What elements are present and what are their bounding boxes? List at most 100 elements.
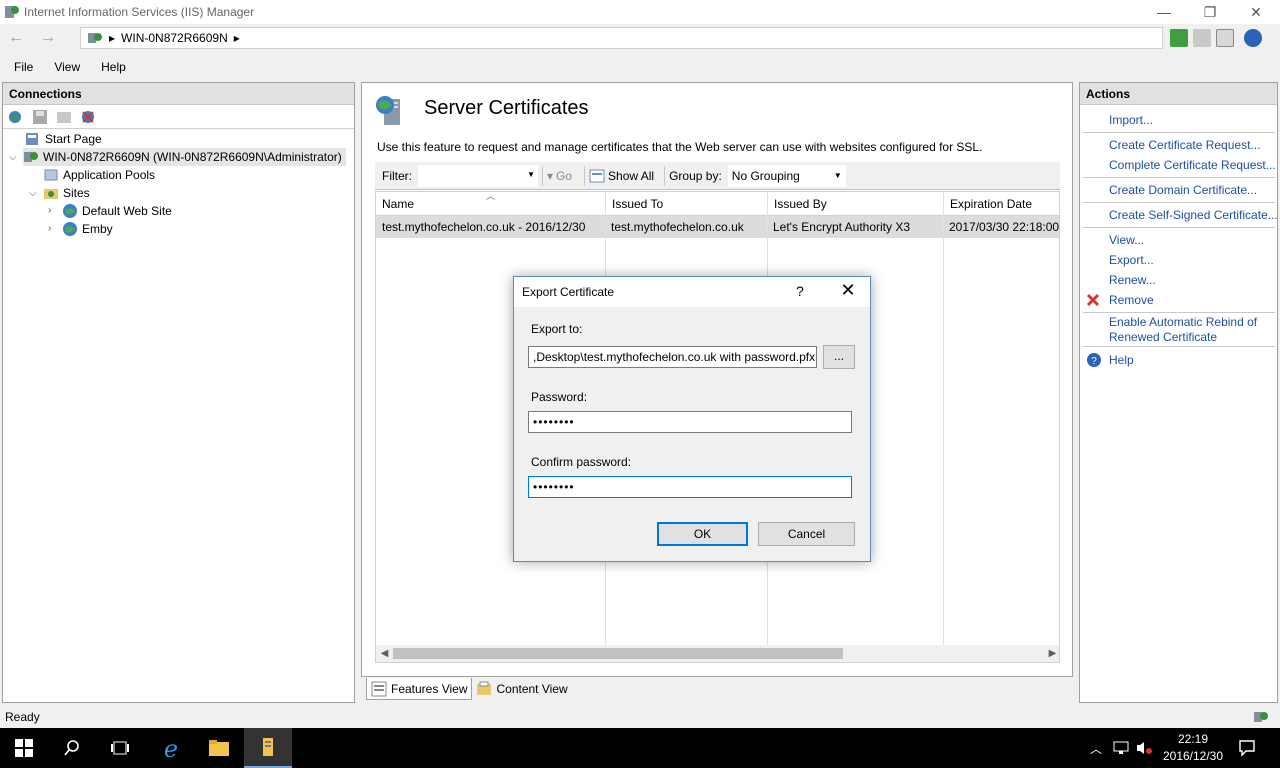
tab-content-view[interactable]: Content View: [472, 678, 571, 700]
tree-start-page[interactable]: Start Page: [25, 130, 102, 148]
start-button[interactable]: [0, 728, 48, 768]
task-view-button[interactable]: [96, 728, 144, 768]
action-remove[interactable]: Remove: [1109, 293, 1154, 307]
scroll-right-icon[interactable]: ▶: [1044, 645, 1059, 662]
disconnect-icon[interactable]: [79, 108, 97, 126]
expand-icon[interactable]: ›: [48, 223, 51, 234]
tab-label: Content View: [496, 682, 568, 696]
menu-bar: File View Help: [0, 56, 1280, 78]
collapse-icon[interactable]: ⌵: [9, 152, 17, 163]
confirm-password-field[interactable]: ••••••••: [528, 476, 852, 498]
cell-issued-by: Let's Encrypt Authority X3: [773, 220, 911, 234]
password-field[interactable]: ••••••••: [528, 411, 852, 433]
folder-icon: [209, 740, 229, 756]
internet-explorer-button[interactable]: e: [147, 728, 195, 768]
column-header-expiration-date[interactable]: Expiration Date: [943, 192, 1059, 216]
address-bar[interactable]: ▸ WIN-0N872R6609N ▸: [80, 27, 1163, 49]
grid-header: Name Issued To Issued By Expiration Date: [376, 192, 1059, 216]
cell-name: test.mythofechelon.co.uk - 2016/12/30: [382, 220, 586, 234]
column-header-issued-to[interactable]: Issued To: [605, 192, 767, 216]
help-dropdown-icon[interactable]: [1244, 29, 1262, 47]
minimize-button[interactable]: —: [1141, 0, 1187, 24]
tab-features-view[interactable]: Features View: [366, 678, 473, 700]
app-pools-icon: [44, 169, 58, 181]
browse-button[interactable]: ...: [823, 345, 855, 369]
restore-button[interactable]: ❐: [1187, 0, 1233, 24]
table-row[interactable]: test.mythofechelon.co.uk - 2016/12/30 te…: [376, 216, 1060, 238]
action-view[interactable]: View...: [1109, 233, 1144, 247]
action-separator: [1083, 132, 1275, 133]
network-icon[interactable]: [1112, 740, 1130, 756]
horizontal-scrollbar[interactable]: ◀ ▶: [376, 645, 1059, 662]
dialog-help-button[interactable]: ?: [796, 283, 804, 299]
column-header-issued-by[interactable]: Issued By: [767, 192, 943, 216]
action-help[interactable]: Help: [1109, 353, 1134, 367]
tree-label: Application Pools: [63, 168, 156, 182]
tree-label: Default Web Site: [82, 204, 172, 218]
search-button[interactable]: [48, 728, 96, 768]
dropdown-arrow-icon[interactable]: ▼: [527, 170, 535, 179]
close-window-button[interactable]: ✕: [1233, 0, 1279, 24]
breadcrumb-server[interactable]: WIN-0N872R6609N: [121, 31, 228, 45]
scroll-left-icon[interactable]: ◀: [376, 645, 393, 662]
connect-icon[interactable]: [7, 108, 25, 126]
tab-label: Features View: [391, 681, 468, 696]
connections-toolbar: [3, 105, 354, 129]
file-explorer-button[interactable]: [195, 728, 243, 768]
chevron-up-icon[interactable]: ︿: [1090, 740, 1102, 757]
menu-view[interactable]: View: [47, 60, 87, 74]
tree-default-web-site[interactable]: Default Web Site: [62, 202, 172, 220]
tree-application-pools[interactable]: Application Pools: [43, 166, 155, 184]
show-all-icon: [589, 169, 605, 182]
action-complete-certificate-request[interactable]: Complete Certificate Request...: [1109, 158, 1276, 172]
toolbar-separator: [664, 165, 666, 186]
cell-expiration-date: 2017/03/30 22:18:00: [949, 220, 1060, 234]
action-export[interactable]: Export...: [1109, 253, 1154, 267]
dropdown-arrow-icon[interactable]: ▼: [834, 165, 842, 187]
notifications-icon[interactable]: [1238, 739, 1256, 757]
dialog-close-button[interactable]: ✕: [836, 280, 860, 301]
status-bar: Ready: [0, 706, 1280, 728]
menu-file[interactable]: File: [7, 60, 40, 74]
dialog-titlebar: Export Certificate ? ✕: [514, 277, 870, 307]
system-clock[interactable]: 22:19 2016/12/30: [1158, 731, 1228, 765]
menu-help[interactable]: Help: [94, 60, 133, 74]
scrollbar-thumb[interactable]: [393, 648, 843, 659]
action-create-domain-certificate[interactable]: Create Domain Certificate...: [1109, 183, 1257, 197]
task-view-icon: [111, 741, 129, 755]
tree-server-node[interactable]: WIN-0N872R6609N (WIN-0N872R6609N\Adminis…: [23, 148, 346, 166]
back-button[interactable]: ←: [4, 29, 28, 47]
action-import[interactable]: Import...: [1109, 113, 1153, 127]
show-all-button[interactable]: Show All: [608, 169, 654, 183]
expand-icon[interactable]: ›: [48, 205, 51, 216]
collapse-icon[interactable]: ⌵: [29, 188, 37, 199]
action-create-self-signed-certificate[interactable]: Create Self-Signed Certificate...: [1109, 208, 1278, 222]
action-enable-automatic-rebind[interactable]: Enable Automatic Rebind of Renewed Certi…: [1109, 315, 1257, 344]
forward-button[interactable]: →: [36, 29, 60, 47]
tree-sites[interactable]: Sites: [43, 184, 90, 202]
up-icon[interactable]: [55, 108, 73, 126]
save-icon[interactable]: [31, 108, 49, 126]
go-button[interactable]: Go: [556, 169, 572, 183]
actions-header: Actions: [1080, 83, 1277, 105]
export-path-field[interactable]: ,Desktop\test.mythofechelon.co.uk with p…: [528, 346, 817, 368]
tree-emby[interactable]: Emby: [62, 220, 113, 238]
refresh-icon[interactable]: [1170, 29, 1188, 47]
filter-input[interactable]: ▼: [418, 164, 538, 187]
svg-text:e: e: [164, 736, 178, 760]
ok-button[interactable]: OK: [657, 522, 748, 546]
action-renew[interactable]: Renew...: [1109, 273, 1156, 287]
group-by-select[interactable]: No Grouping ▼: [727, 164, 846, 187]
action-create-certificate-request[interactable]: Create Certificate Request...: [1109, 138, 1260, 152]
stop-icon[interactable]: [1193, 29, 1211, 47]
iis-manager-taskbar-button[interactable]: [244, 728, 292, 768]
cancel-button[interactable]: Cancel: [758, 522, 855, 546]
home-icon[interactable]: [1216, 29, 1234, 47]
action-rebind-line1: Enable Automatic Rebind of: [1109, 315, 1258, 329]
breadcrumb-separator: ▸: [233, 31, 240, 45]
globe-icon: [63, 204, 77, 218]
action-separator: [1083, 177, 1275, 178]
dialog-title: Export Certificate: [522, 285, 615, 299]
tree-label: Sites: [63, 186, 90, 200]
volume-muted-icon[interactable]: [1135, 740, 1153, 756]
